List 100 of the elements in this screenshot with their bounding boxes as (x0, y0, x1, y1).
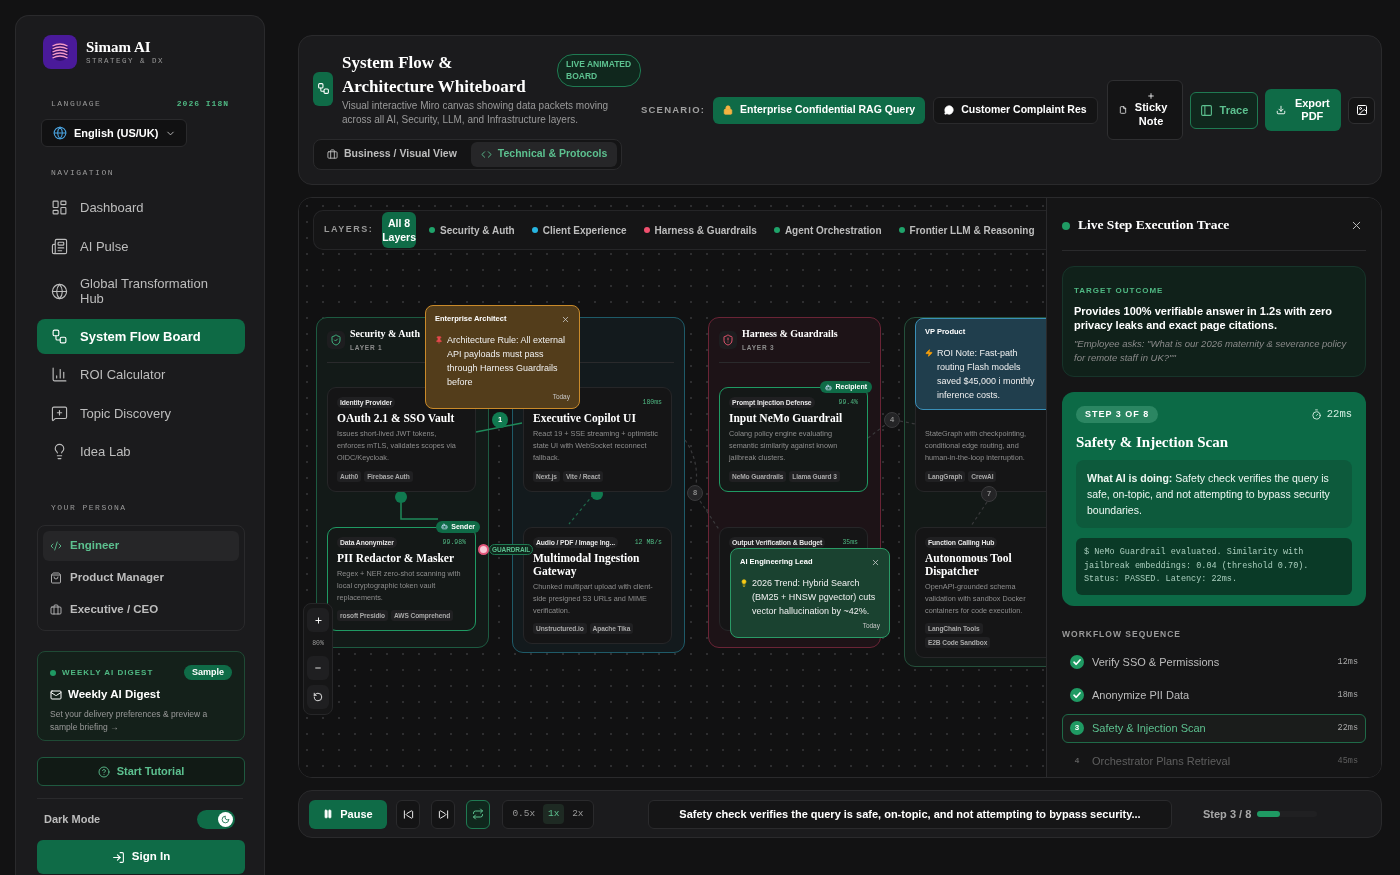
sequence-item[interactable]: Anonymize PII Data 18ms (1062, 680, 1366, 710)
code-icon (50, 540, 62, 552)
trace-button[interactable]: Trace (1189, 91, 1259, 129)
step-dot-icon (395, 491, 407, 503)
close-icon (1350, 219, 1363, 232)
start-tutorial-button[interactable]: Start Tutorial (37, 757, 245, 786)
dark-mode-toggle[interactable] (197, 809, 235, 829)
export-pdf-button[interactable]: Export PDF (1265, 89, 1342, 131)
connector-line (899, 420, 916, 425)
sequence-item[interactable]: 3 Safety & Injection Scan 22ms (1062, 713, 1366, 743)
lock-icon (723, 105, 734, 115)
code-icon (480, 148, 492, 160)
dashboard-icon (51, 199, 68, 216)
speed-option[interactable]: 1x (543, 804, 565, 824)
step-label: Safety & Injection Scan (1092, 720, 1206, 736)
query-quote: "Employee asks: "What is our 2026 maternity & severance policy for remote staff in UK?"" (1074, 337, 1348, 365)
pause-button[interactable]: Pause (309, 799, 387, 829)
brand-name: Simam AI (86, 38, 152, 56)
step-duration: 22ms (1326, 406, 1352, 422)
nav-item[interactable]: ROI Calculator (37, 357, 245, 392)
nav-item[interactable]: Dashboard (37, 190, 245, 225)
close-button[interactable] (561, 314, 570, 324)
timer-icon (1310, 409, 1322, 420)
outcome-text: Provides 100% verifiable answer in 1.2s with zero privacy leaks and exact page citations. (1074, 304, 1333, 332)
previous-button[interactable] (396, 799, 420, 829)
nav-item[interactable]: AI Pulse (37, 228, 245, 264)
next-button[interactable] (431, 799, 455, 829)
step-time: 18ms (1337, 688, 1358, 702)
section-label: WORKFLOW SEQUENCE (1062, 628, 1182, 639)
panel-icon (1199, 103, 1213, 117)
persona-item[interactable]: Product Manager (43, 563, 239, 593)
connector-line (684, 439, 698, 486)
workflow-icon (51, 327, 68, 345)
globe-icon (53, 126, 67, 140)
view-tab[interactable]: Technical & Protocols (470, 141, 618, 167)
zoom-out-button[interactable] (307, 656, 329, 680)
shield-check-icon (327, 331, 345, 349)
nav-item[interactable]: Global Transformation Hub (37, 267, 245, 315)
filter-label: LAYERS: (324, 223, 374, 237)
zoom-in-button[interactable] (307, 608, 329, 632)
persona-item[interactable]: Executive / CEO (43, 595, 239, 625)
page-title: System Flow & Architecture Whiteboard (342, 51, 527, 98)
note-text: ROI Note: Fast-path routing Flash models saved $45,000 i monthly inference costs. (937, 347, 1036, 402)
plus-icon (313, 615, 323, 625)
speech-bubble-icon (944, 105, 955, 115)
digest-text: Set your delivery preferences & preview a sample briefing → (50, 708, 209, 735)
i18n-label: 2026 I18N (176, 99, 229, 109)
card-title: PII Redactor & Masker (337, 551, 455, 565)
moon-icon (221, 814, 230, 824)
step-time: 45ms (1337, 754, 1358, 768)
layer-filter[interactable]: Frontier LLM & Reasoning (898, 218, 1035, 242)
image-button[interactable] (1348, 96, 1376, 124)
section-label: LANGUAGE (51, 99, 102, 109)
language-select[interactable]: English (US/UK) (41, 119, 187, 147)
help-icon (97, 765, 110, 778)
newspaper-icon (51, 237, 68, 255)
card-title: OAuth 2.1 & SSO Vault (337, 412, 456, 425)
sign-in-button[interactable]: Sign In (37, 840, 245, 874)
step-badge: STEP 3 OF 8 (1076, 406, 1159, 423)
step-time: 12ms (1337, 655, 1358, 669)
nav-item[interactable]: Topic Discovery (37, 395, 245, 431)
sticky-note-button[interactable]: Sticky Note (1106, 80, 1183, 140)
step-title: Safety & Injection Scan (1076, 433, 1230, 451)
persona-item[interactable]: Engineer (43, 531, 239, 561)
nav-item[interactable]: Idea Lab (37, 434, 245, 469)
connector-line (867, 424, 886, 439)
layer-filter[interactable]: Security & Auth (429, 218, 515, 242)
plus-icon (1147, 92, 1156, 100)
speed-option[interactable]: 2x (567, 804, 589, 824)
scenario-button[interactable]: Enterprise Confidential RAG Query (713, 96, 926, 124)
layer-filter[interactable]: All 8 Layers (382, 212, 417, 248)
step-number: 3 (1070, 721, 1084, 735)
lightning-icon (925, 349, 933, 357)
layer-filter[interactable]: Client Experience (531, 218, 627, 242)
speed-option[interactable]: 0.5x (507, 804, 541, 824)
digest-title: Weekly AI Digest (68, 687, 161, 702)
logo-icon (43, 35, 77, 69)
close-button[interactable] (871, 557, 880, 567)
step-time: 22ms (1337, 721, 1358, 735)
close-button[interactable] (1350, 219, 1363, 232)
card-title: Input NeMo Guardrail (729, 412, 844, 425)
layer-filter[interactable]: Harness & Guardrails (643, 218, 757, 242)
sequence-item[interactable]: Verify SSO & Permissions 12ms (1062, 647, 1366, 677)
section-label: TARGET OUTCOME (1074, 286, 1165, 296)
close-icon (871, 557, 880, 567)
repeat-button[interactable] (466, 799, 490, 829)
section-label: NAVIGATION (50, 168, 115, 178)
mail-icon (50, 688, 62, 701)
nav-item[interactable]: System Flow Board (37, 318, 245, 354)
card-title: Executive Copilot UI (533, 412, 637, 425)
view-tab[interactable]: Business / Visual View (317, 141, 467, 167)
scenario-button[interactable]: Customer Complaint Res (933, 96, 1098, 124)
layer-filter[interactable]: Agent Orchestration (773, 218, 882, 242)
robot-icon (441, 523, 449, 531)
lightbulb-icon (740, 579, 748, 587)
step-label: Verify SSO & Permissions (1092, 654, 1220, 670)
briefcase-icon (327, 148, 338, 160)
page-subtitle: Visual interactive Miro canvas showing data packets moving across all AI, Security, LLM, and Infrastructure layers. (342, 98, 610, 127)
dark-mode-label: Dark Mode (44, 811, 101, 827)
reset-view-button[interactable] (307, 685, 329, 709)
